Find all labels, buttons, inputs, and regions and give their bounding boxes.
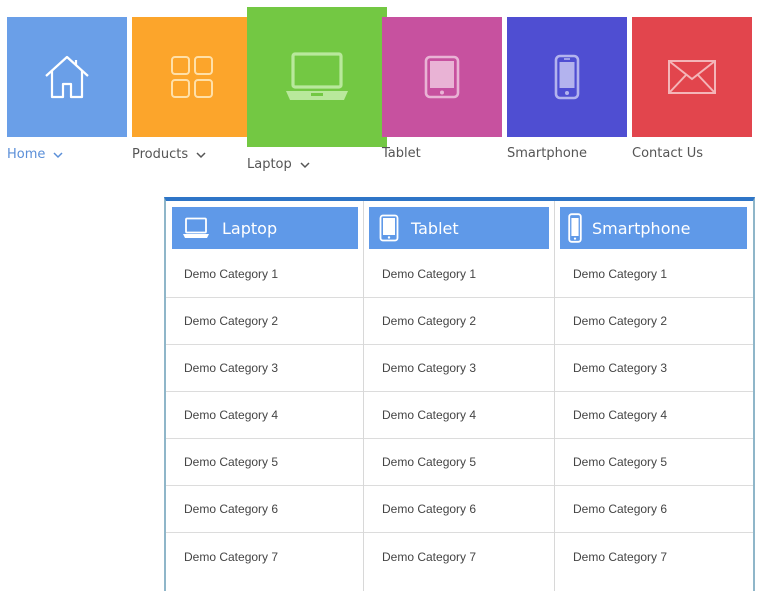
category-link[interactable]: Demo Category 7 [555, 533, 753, 580]
nav-label-smartphone[interactable]: Smartphone [507, 146, 587, 161]
products-tile[interactable] [132, 17, 252, 137]
category-link[interactable]: Demo Category 3 [555, 345, 753, 392]
laptop-icon [183, 217, 209, 238]
category-link[interactable]: Demo Category 4 [166, 392, 363, 439]
category-link[interactable]: Demo Category 7 [364, 533, 554, 580]
smartphone-label: Smartphone [507, 146, 588, 161]
column-title: Smartphone [592, 218, 691, 238]
column-header-laptop[interactable]: Laptop [172, 207, 358, 249]
tablet-tile[interactable] [382, 17, 502, 137]
category-link[interactable]: Demo Category 1 [364, 251, 554, 298]
category-link[interactable]: Demo Category 2 [364, 298, 554, 345]
nav-label-tablet[interactable]: Tablet [382, 146, 421, 161]
category-link[interactable]: Demo Category 2 [166, 298, 363, 345]
grid-icon [171, 56, 213, 98]
home-tile[interactable] [7, 17, 127, 137]
category-link[interactable]: Demo Category 3 [166, 345, 363, 392]
tablet-icon [379, 214, 399, 242]
category-link[interactable]: Demo Category 1 [166, 251, 363, 298]
column-header-tablet[interactable]: Tablet [369, 207, 549, 249]
chevron-down-icon [196, 151, 206, 158]
category-link[interactable]: Demo Category 4 [555, 392, 753, 439]
nav-label-laptop[interactable]: Laptop [247, 157, 310, 172]
nav-label-contact-us[interactable]: Contact Us [632, 146, 703, 161]
category-link[interactable]: Demo Category 5 [555, 439, 753, 486]
category-link[interactable]: Demo Category 7 [166, 533, 363, 580]
tablet-icon [424, 55, 460, 99]
products-label: Products [132, 147, 189, 162]
mail-icon [668, 60, 716, 94]
contact-tile[interactable] [632, 17, 752, 137]
home-icon [45, 55, 89, 99]
home-label: Home [7, 147, 46, 162]
chevron-down-icon [300, 161, 310, 168]
category-link[interactable]: Demo Category 1 [555, 251, 753, 298]
smartphone-tile[interactable] [507, 17, 627, 137]
category-link[interactable]: Demo Category 2 [555, 298, 753, 345]
nav-label-products[interactable]: Products [132, 147, 206, 162]
laptop-icon [286, 52, 348, 100]
laptop-tile[interactable] [247, 7, 387, 147]
smartphone-icon [554, 54, 580, 100]
category-link[interactable]: Demo Category 5 [364, 439, 554, 486]
smartphone-icon [568, 213, 582, 243]
column-title: Laptop [222, 218, 278, 238]
contact-label: Contact Us [632, 146, 703, 161]
laptop-label: Laptop [247, 157, 292, 172]
column-title: Tablet [411, 218, 459, 238]
category-link[interactable]: Demo Category 6 [364, 486, 554, 533]
category-link[interactable]: Demo Category 5 [166, 439, 363, 486]
tablet-label: Tablet [382, 146, 421, 161]
chevron-down-icon [53, 151, 63, 158]
column-header-smartphone[interactable]: Smartphone [560, 207, 747, 249]
category-link[interactable]: Demo Category 6 [166, 486, 363, 533]
laptop-dropdown-panel: Laptop Tablet Smartphone Demo Category 1… [164, 197, 755, 591]
category-link[interactable]: Demo Category 6 [555, 486, 753, 533]
nav-label-home[interactable]: Home [7, 147, 63, 162]
category-link[interactable]: Demo Category 3 [364, 345, 554, 392]
category-link[interactable]: Demo Category 4 [364, 392, 554, 439]
